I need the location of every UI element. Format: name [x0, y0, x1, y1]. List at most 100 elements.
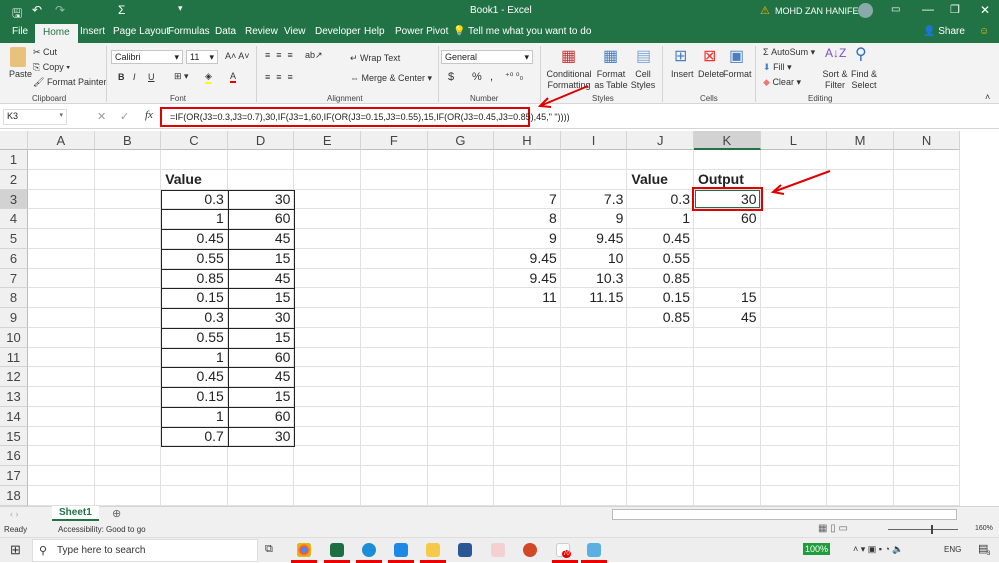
paste-button[interactable]: Paste — [9, 69, 32, 79]
row-header-2[interactable]: 2 — [0, 169, 28, 190]
cell-c6[interactable]: 0.55 — [161, 249, 228, 269]
fill-button[interactable]: ⬇ Fill ▾ — [763, 62, 792, 73]
collapse-ribbon-icon[interactable]: ˄ — [985, 92, 990, 102]
underline-button[interactable]: U — [148, 72, 155, 82]
row-header-16[interactable]: 16 — [0, 446, 28, 466]
font-grow-icon[interactable]: A˄ A˅ — [225, 51, 250, 61]
cell-i5[interactable]: 9.45 — [561, 229, 628, 249]
borders-icon[interactable]: ⊞ ▾ — [174, 71, 189, 82]
cell-i7[interactable]: 10.3 — [561, 269, 628, 289]
cell-k4[interactable]: 60 — [694, 209, 761, 229]
column-header-d[interactable]: D — [227, 131, 295, 150]
copy-button[interactable]: ⎘ Copy ▾ — [33, 62, 70, 73]
column-header-f[interactable]: F — [361, 131, 428, 150]
chrome-icon[interactable] — [297, 543, 311, 557]
app-icon[interactable] — [587, 543, 601, 557]
ribbon-display-icon[interactable]: ▭ — [891, 4, 900, 15]
comma-button[interactable]: , — [490, 71, 493, 83]
avatar[interactable] — [858, 3, 873, 18]
tab-home[interactable]: Home — [35, 24, 78, 43]
autosum-icon[interactable]: Σ — [118, 3, 125, 17]
row-header-17[interactable]: 17 — [0, 466, 28, 486]
cell-c3[interactable]: 0.3 — [161, 190, 228, 210]
cell-h4[interactable]: 8 — [494, 209, 561, 229]
tab-review[interactable]: Review — [245, 26, 278, 37]
row-header-4[interactable]: 4 — [0, 209, 28, 229]
row-header-3[interactable]: 3 — [0, 189, 28, 210]
cell-h3[interactable]: 7 — [494, 190, 561, 210]
cell-d6[interactable]: 15 — [228, 249, 295, 269]
worksheet-grid[interactable]: A B C D E F G H I J K L M N 1 2 3 4 5 6 7 8 9 10 11 12 13 14 15 16 17 1… — [0, 129, 999, 507]
name-box[interactable]: K3 ▾ — [3, 109, 67, 125]
customize-qat-icon[interactable]: ▾ — [178, 3, 183, 14]
cell-h5[interactable]: 9 — [494, 229, 561, 249]
column-header-b[interactable]: B — [94, 131, 162, 150]
add-sheet-icon[interactable]: ⊕ — [112, 507, 121, 520]
percent-button[interactable]: % — [472, 71, 482, 83]
taskbar-search[interactable]: ⚲ Type here to search — [32, 539, 258, 562]
cell-j3[interactable]: 0.3 — [627, 190, 694, 210]
powerpoint-icon[interactable] — [523, 543, 537, 557]
system-tray-icons[interactable]: ˄ ▾ ▣ ▪ ◔ 🔈 — [853, 544, 904, 555]
merge-center-button[interactable]: ⇔ Merge & Center ▾ — [350, 73, 432, 84]
cell-d10[interactable]: 15 — [228, 328, 295, 348]
zoom-slider[interactable] — [888, 529, 958, 530]
formula-input[interactable]: =IF(OR(J3=0.3,J3=0.7),30,IF(J3=1,60,IF(O… — [160, 107, 570, 127]
conditional-formatting-button[interactable]: Conditional Formatting — [546, 69, 592, 91]
column-header-m[interactable]: M — [827, 131, 894, 150]
cell-j2[interactable]: Value — [627, 170, 694, 190]
cell-d5[interactable]: 45 — [228, 229, 295, 249]
language-indicator[interactable]: ENG — [944, 545, 961, 554]
cell-j7[interactable]: 0.85 — [627, 269, 694, 289]
find-select-button[interactable]: Find & Select — [849, 69, 879, 91]
column-header-i[interactable]: I — [560, 131, 628, 150]
row-header-18[interactable]: 18 — [0, 485, 28, 506]
column-header-n[interactable]: N — [893, 131, 961, 150]
smiley-icon[interactable]: ☺ — [979, 26, 989, 37]
cell-j5[interactable]: 0.45 — [627, 229, 694, 249]
column-header-l[interactable]: L — [760, 131, 828, 150]
row-header-1[interactable]: 1 — [0, 150, 28, 170]
horizontal-align-icons[interactable]: ≡≡≡ — [265, 72, 299, 82]
cell-j8[interactable]: 0.15 — [627, 288, 694, 308]
format-as-table-button[interactable]: Format as Table — [592, 69, 630, 91]
cell-d8[interactable]: 15 — [228, 288, 295, 308]
vertical-align-icons[interactable]: ≡≡≡ — [265, 50, 299, 60]
tab-view[interactable]: View — [284, 26, 306, 37]
italic-button[interactable]: I — [133, 72, 136, 82]
cell-c10[interactable]: 0.55 — [161, 328, 228, 348]
cell-c2[interactable]: Value — [161, 170, 228, 190]
cell-c4[interactable]: 1 — [161, 209, 228, 229]
tell-me-search[interactable]: Tell me what you want to do — [468, 26, 591, 37]
cell-c15[interactable]: 0.7 — [161, 427, 228, 447]
windows-start-icon[interactable]: ⊞ — [10, 542, 21, 558]
row-header-5[interactable]: 5 — [0, 229, 28, 249]
cell-i6[interactable]: 10 — [561, 249, 628, 269]
orientation-icon[interactable]: ab↗ — [305, 50, 323, 61]
share-button[interactable]: 👤 Share — [923, 26, 965, 37]
insert-cells-button[interactable]: Insert — [671, 69, 694, 79]
cancel-icon[interactable]: ✕ — [97, 110, 106, 123]
font-name-select[interactable]: Calibri ▾ — [111, 50, 183, 64]
cell-h6[interactable]: 9.45 — [494, 249, 561, 269]
column-header-e[interactable]: E — [294, 131, 361, 150]
minimize-icon[interactable]: — — [922, 2, 934, 16]
delete-cells-button[interactable]: Delete — [698, 69, 724, 79]
paste-icon[interactable] — [10, 47, 26, 67]
cell-c9[interactable]: 0.3 — [161, 308, 228, 328]
sheet-tab-sheet1[interactable]: Sheet1 — [52, 506, 99, 521]
format-painter-button[interactable]: 🖌 Format Painter — [33, 77, 106, 88]
cell-j4[interactable]: 1 — [627, 209, 694, 229]
cell-k8[interactable]: 15 — [694, 288, 761, 308]
sort-filter-button[interactable]: Sort & Filter — [820, 69, 850, 91]
cell-c14[interactable]: 1 — [161, 407, 228, 427]
row-header-13[interactable]: 13 — [0, 387, 28, 407]
row-header-15[interactable]: 15 — [0, 426, 28, 447]
column-header-a[interactable]: A — [28, 131, 95, 150]
restore-icon[interactable]: ❐ — [950, 3, 960, 16]
decimal-icons[interactable]: ⁺⁰ ⁰₀ — [505, 71, 523, 82]
horizontal-scrollbar[interactable] — [612, 509, 957, 520]
clear-button[interactable]: ◆ Clear ▾ — [763, 77, 801, 88]
undo-icon[interactable]: ↶ — [32, 3, 42, 17]
row-header-9[interactable]: 9 — [0, 308, 28, 328]
